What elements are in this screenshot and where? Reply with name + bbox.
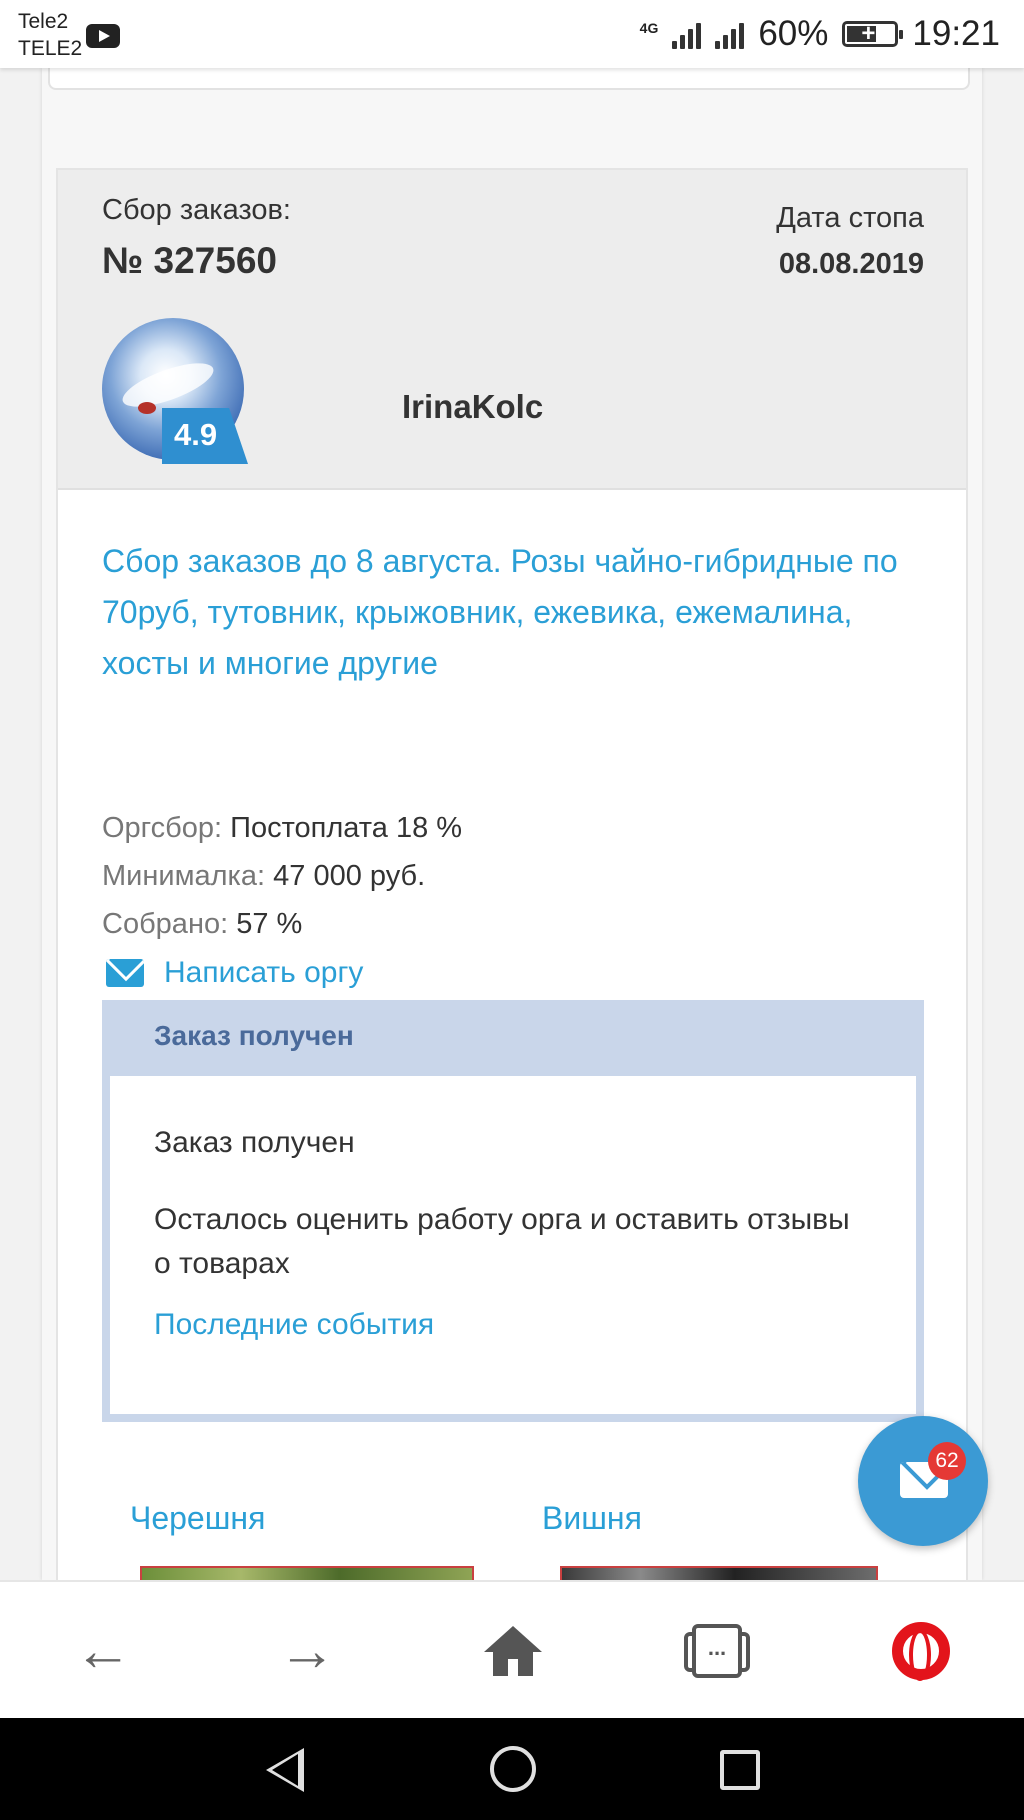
signal-bars-icon-2 <box>715 19 745 49</box>
home-icon <box>484 1626 542 1676</box>
battery-percent: 60% <box>758 14 829 53</box>
fee-value: Постоплата 18 % <box>230 812 463 844</box>
unread-count-badge: 62 <box>928 1442 966 1480</box>
minimum-label: Минималка: <box>102 860 266 892</box>
back-button[interactable]: ← <box>68 1616 138 1686</box>
order-card: Сбор заказов: № 327560 Дата стопа 08.08.… <box>56 168 968 1590</box>
status-bar: Tele2 TELE2 4G 60% + 19:21 <box>0 0 1024 68</box>
order-label: Сбор заказов: <box>102 194 291 226</box>
tabs-button[interactable]: ... <box>682 1616 752 1686</box>
nav-recent-apps-icon[interactable] <box>720 1750 760 1790</box>
nav-home-icon[interactable] <box>490 1746 536 1792</box>
stop-date: 08.08.2019 <box>778 248 924 280</box>
arrow-right-icon: → <box>278 1618 336 1683</box>
clock: 19:21 <box>912 14 1000 53</box>
browser-toolbar: ← → ... <box>0 1580 1024 1718</box>
forward-button[interactable]: → <box>272 1616 342 1686</box>
stop-date-label: Дата стопа <box>776 202 924 234</box>
minimum-row: Минималка: 47 000 руб. <box>102 860 425 893</box>
youtube-notification-icon <box>86 24 120 48</box>
home-button[interactable] <box>478 1616 548 1686</box>
recent-events-link[interactable]: Последние события <box>154 1308 434 1342</box>
previous-card <box>48 68 970 90</box>
signal-bars-icon <box>672 19 702 49</box>
opera-logo-icon <box>892 1622 950 1681</box>
category-link-sour-cherry[interactable]: Вишня <box>542 1500 642 1537</box>
fee-label: Оргсбор: <box>102 812 223 844</box>
tabs-icon: ... <box>684 1624 750 1678</box>
order-title-link[interactable]: Сбор заказов до 8 августа. Розы чайно-ги… <box>102 536 922 689</box>
minimum-value: 47 000 руб. <box>273 860 426 892</box>
status-icons: 4G 60% + 19:21 <box>640 12 1000 56</box>
system-nav-bar <box>0 1718 1024 1820</box>
fee-row: Оргсбор: Постоплата 18 % <box>102 812 462 845</box>
order-number[interactable]: № 327560 <box>102 240 277 282</box>
carrier-info: Tele2 TELE2 <box>18 8 82 62</box>
collected-row: Собрано: 57 % <box>102 908 302 941</box>
write-organizer-label: Написать оргу <box>164 956 364 989</box>
organizer-name[interactable]: IrinaKolc <box>402 388 543 426</box>
envelope-icon <box>106 959 144 987</box>
order-card-header: Сбор заказов: № 327560 Дата стопа 08.08.… <box>58 170 966 490</box>
order-status-text: Заказ получен <box>154 1126 355 1159</box>
carrier-name-secondary: TELE2 <box>18 37 83 60</box>
collected-label: Собрано: <box>102 908 229 940</box>
category-link-cherry[interactable]: Черешня <box>130 1500 265 1537</box>
messages-fab-button[interactable]: 62 <box>858 1416 988 1546</box>
order-status-box: Заказ получен Заказ получен Осталось оце… <box>102 1000 924 1422</box>
write-organizer-link[interactable]: Написать оргу <box>106 956 363 990</box>
order-status-title: Заказ получен <box>154 1020 354 1051</box>
opera-menu-button[interactable] <box>886 1616 956 1686</box>
carrier-name: Tele2 <box>18 10 69 33</box>
battery-icon: + <box>842 21 904 47</box>
network-type: 4G <box>639 20 659 36</box>
order-status-header: Заказ получен <box>102 1000 924 1076</box>
order-status-hint: Осталось оценить работу орга и оставить … <box>154 1203 850 1280</box>
arrow-left-icon: ← <box>74 1618 132 1683</box>
collected-value: 57 % <box>236 908 303 940</box>
